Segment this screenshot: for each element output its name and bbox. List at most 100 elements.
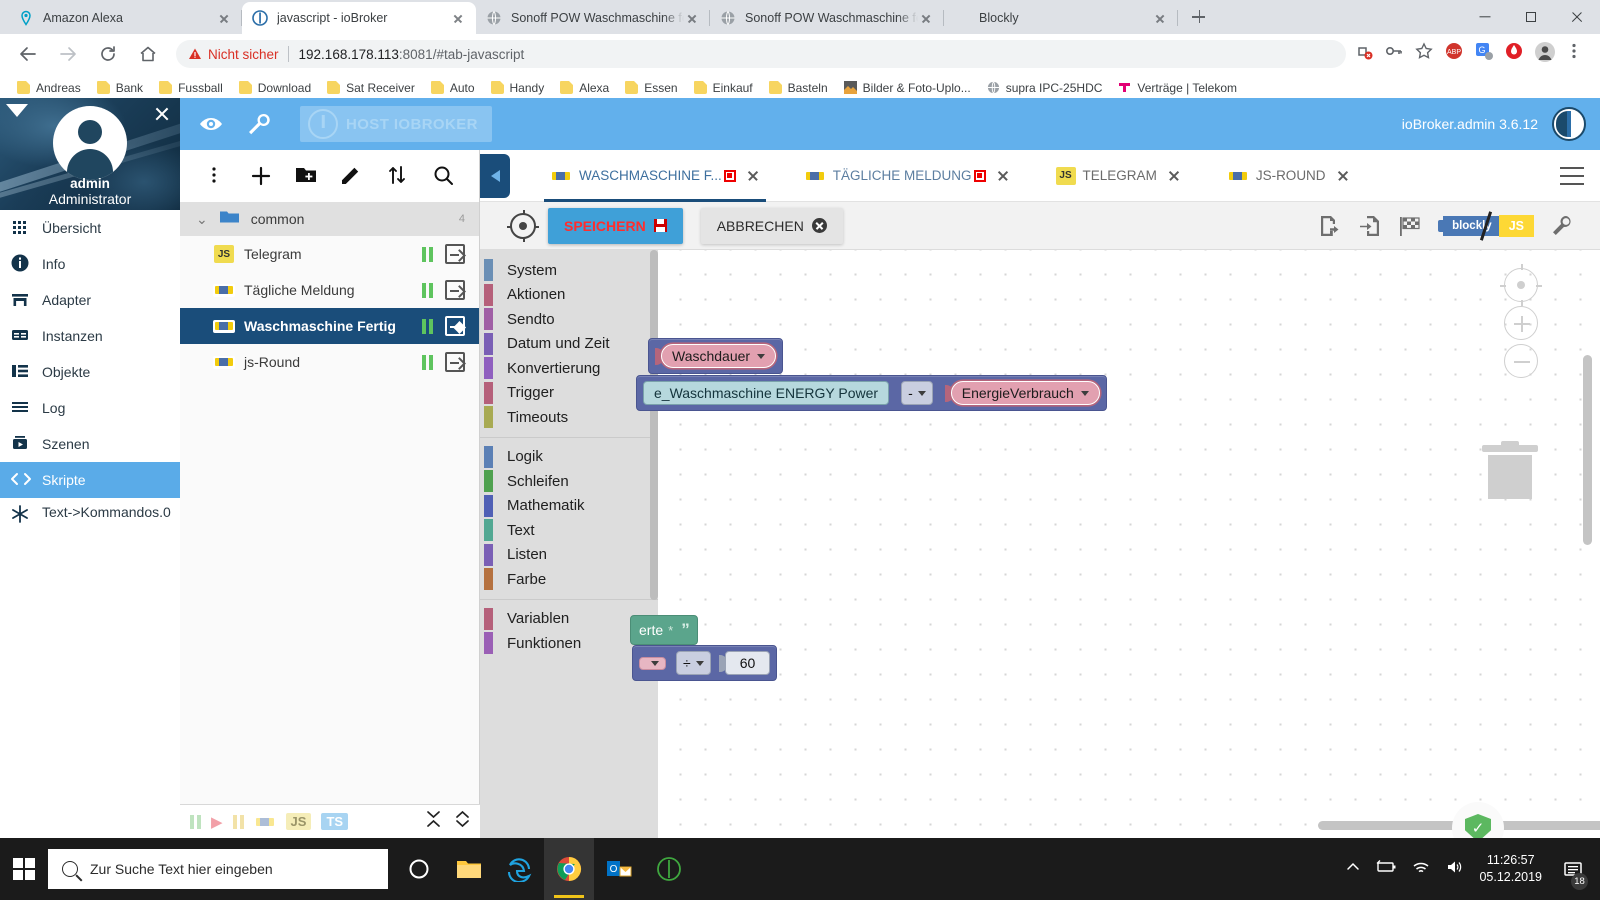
back-icon[interactable] (13, 39, 43, 69)
pause-icon[interactable] (422, 246, 433, 262)
chevron-down-icon[interactable] (695, 660, 704, 666)
home-icon[interactable] (133, 39, 163, 69)
sidebar-item-info[interactable]: Info (0, 246, 180, 282)
eye-icon[interactable] (194, 107, 228, 141)
pause-filter-icon[interactable] (232, 814, 244, 829)
bookmark-item[interactable]: Handy (484, 78, 552, 98)
toolbox-scrollbar[interactable] (650, 250, 658, 600)
chevron-up-icon[interactable] (1345, 859, 1361, 880)
center-target-icon[interactable] (1500, 264, 1542, 306)
bookmark-item[interactable]: Bank (90, 78, 150, 98)
target-icon[interactable] (507, 209, 539, 242)
google-translate-icon[interactable]: G (1474, 41, 1500, 67)
block-divide-60[interactable]: ÷ 60 (632, 645, 778, 681)
browser-tab-1[interactable]: javascript - ioBroker (242, 2, 476, 34)
caret-down-icon[interactable] (6, 104, 28, 117)
sidebar-item-szenen[interactable]: Szenen (0, 426, 180, 462)
state-field-energy-power[interactable]: e_Waschmaschine ENERGY Power (643, 381, 890, 405)
blockly-category-trigger[interactable]: Trigger (480, 381, 658, 406)
editor-tab-taegliche-meldung[interactable]: TÄGLICHE MELDUNG (792, 150, 1022, 202)
zoom-in-icon[interactable] (1504, 306, 1538, 340)
script-row-js-round[interactable]: js-Round (180, 344, 479, 380)
chevron-down-icon[interactable]: ⌄ (196, 211, 208, 228)
extensions-blocked-icon[interactable] (1354, 41, 1380, 67)
add-icon[interactable] (248, 163, 274, 189)
browser-tab-2[interactable]: Sonoff POW Waschmaschine fert (476, 2, 710, 34)
iobroker-app-icon[interactable] (644, 838, 694, 900)
pause-icon[interactable] (422, 354, 433, 370)
reload-icon[interactable] (93, 39, 123, 69)
canvas-vertical-scrollbar[interactable] (1583, 355, 1592, 545)
pause-icon[interactable] (422, 318, 433, 334)
restore-button[interactable] (1508, 0, 1554, 34)
avira-icon[interactable] (1504, 41, 1530, 67)
operator-pink[interactable] (639, 656, 666, 670)
script-row-telegram[interactable]: JS Telegram (180, 236, 479, 272)
profile-avatar-icon[interactable] (1534, 41, 1560, 67)
expand-all-icon[interactable] (455, 810, 470, 833)
bookmark-item[interactable]: Sat Receiver (320, 78, 422, 98)
close-icon[interactable] (450, 10, 466, 26)
close-icon[interactable] (684, 10, 700, 26)
enter-arrow-icon[interactable] (445, 352, 465, 372)
close-icon[interactable] (1152, 10, 1168, 26)
blockly-js-toggle[interactable]: blockly JS (1438, 210, 1534, 241)
tree-folder-common[interactable]: ⌄ common 4 (180, 202, 479, 236)
chrome-menu-icon[interactable] (1564, 41, 1590, 67)
import-icon[interactable] (1358, 214, 1382, 238)
ts-filter-label[interactable]: TS (321, 813, 349, 830)
blockly-category-farbe[interactable]: Farbe (480, 567, 658, 592)
sidebar-item-uebersicht[interactable]: Übersicht (0, 210, 180, 246)
close-icon[interactable] (918, 10, 934, 26)
wifi-icon[interactable] (1411, 859, 1431, 880)
script-row-waschmaschine-fertig[interactable]: Waschmaschine Fertig (180, 308, 479, 344)
operator-divide[interactable]: ÷ (676, 651, 711, 675)
sidebar-item-skripte[interactable]: Skripte (0, 462, 180, 498)
windows-start-icon[interactable] (0, 838, 48, 900)
bookmark-item[interactable]: supra IPC-25HDC (980, 78, 1110, 98)
blockly-category-listen[interactable]: Listen (480, 543, 658, 568)
bookmark-star-icon[interactable] (1414, 41, 1440, 67)
sidebar-item-log[interactable]: Log (0, 390, 180, 426)
new-tab-button[interactable] (1184, 3, 1212, 31)
checkered-flag-icon[interactable] (1398, 214, 1422, 238)
chrome-icon[interactable] (544, 838, 594, 900)
address-bar[interactable]: Nicht sicher 192.168.178.113:8081/#tab-j… (176, 40, 1346, 68)
block-energy-calculation[interactable]: e_Waschmaschine ENERGY Power - EnergieVe… (636, 375, 1107, 411)
close-icon[interactable] (216, 10, 232, 26)
blockly-filter-icon[interactable] (253, 815, 276, 828)
chevron-down-icon[interactable] (651, 660, 659, 666)
close-icon[interactable] (1336, 169, 1350, 183)
play-filter-icon[interactable]: ▶ (211, 813, 223, 831)
blockly-category-datum-und-zeit[interactable]: Datum und Zeit (480, 332, 658, 357)
editor-tab-js-round[interactable]: JS-ROUND (1215, 150, 1362, 202)
enter-arrow-icon[interactable] (445, 280, 465, 300)
taskbar-clock[interactable]: 11:26:57 05.12.2019 (1479, 852, 1542, 886)
block-waschdauer[interactable]: Waschdauer (648, 338, 784, 374)
browser-tab-4[interactable]: Blockly (944, 2, 1178, 34)
blockly-category-logik[interactable]: Logik (480, 445, 658, 470)
back-arrow-icon[interactable] (480, 153, 510, 198)
variable-field-waschdauer[interactable]: Waschdauer (661, 344, 777, 368)
js-filter-label[interactable]: JS (285, 813, 312, 830)
blockly-category-schleifen[interactable]: Schleifen (480, 469, 658, 494)
more-vertical-icon[interactable] (202, 163, 228, 189)
enter-arrow-icon[interactable] (445, 244, 465, 264)
chevron-down-icon[interactable] (1080, 390, 1089, 396)
volume-icon[interactable] (1445, 859, 1465, 880)
bookmark-item[interactable]: Auto (424, 78, 482, 98)
blockly-canvas[interactable]: Waschdauer e_Waschmaschine ENERGY Power … (630, 250, 1600, 838)
sidebar-item-adapter[interactable]: Adapter (0, 282, 180, 318)
operator-minus[interactable]: - (901, 381, 933, 405)
chevron-down-icon[interactable] (917, 390, 926, 396)
key-icon[interactable] (1384, 41, 1410, 67)
close-icon[interactable] (746, 169, 760, 183)
bookmark-item[interactable]: Alexa (553, 78, 616, 98)
taskbar-search-input[interactable]: Zur Suche Text hier eingeben (48, 849, 388, 889)
enter-arrow-icon[interactable] (445, 316, 465, 336)
number-field-60[interactable]: 60 (724, 651, 771, 675)
blockly-category-sendto[interactable]: Sendto (480, 307, 658, 332)
host-selector[interactable]: HOST IOBROKER (300, 106, 492, 142)
close-icon[interactable] (1167, 169, 1181, 183)
new-folder-icon[interactable] (294, 163, 320, 189)
